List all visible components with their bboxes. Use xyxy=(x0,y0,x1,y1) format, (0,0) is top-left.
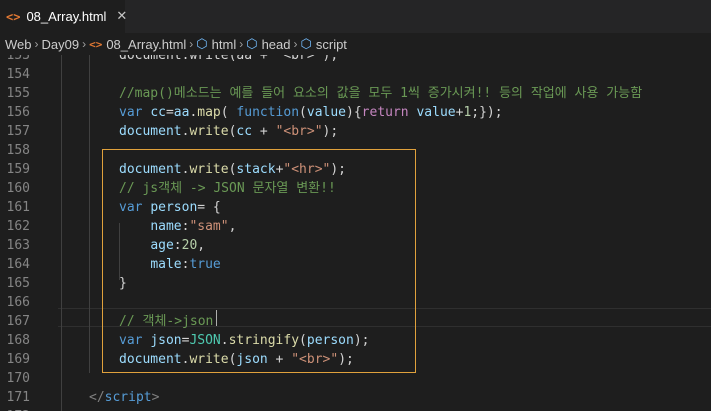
code-text: var cc=aa.map( function(value){return va… xyxy=(119,105,503,120)
line-number: 153 xyxy=(6,55,30,63)
code-line[interactable]: 165} xyxy=(0,274,711,293)
line-number: 158 xyxy=(6,143,30,158)
code-text: // js객체 -> JSON 문자열 변환!! xyxy=(119,181,336,196)
line-number: 164 xyxy=(6,257,30,272)
line-number: 163 xyxy=(6,238,30,253)
tab-08-array-html[interactable]: <> 08_Array.html ✕ xyxy=(0,0,127,33)
line-number: 168 xyxy=(6,333,30,348)
code-text: male:true xyxy=(150,257,221,272)
breadcrumb-item-head[interactable]: head xyxy=(262,37,291,52)
close-icon[interactable]: ✕ xyxy=(116,9,127,24)
line-number: 154 xyxy=(6,67,30,82)
code-line[interactable]: 169 document.write(json + "<br>"); xyxy=(0,350,711,369)
code-text: </script> xyxy=(89,390,160,405)
symbol-cube-icon: ⬡ xyxy=(300,36,312,51)
code-line[interactable]: 172 xyxy=(0,407,711,411)
symbol-cube-icon: ⬡ xyxy=(246,36,258,51)
code-line[interactable]: 155 //map()메소드는 예를 들어 요소의 값을 모두 1씩 증가시켜!!… xyxy=(0,84,711,103)
line-number: 161 xyxy=(6,200,30,215)
code-line[interactable]: 166 xyxy=(0,293,711,312)
code-line[interactable]: 153 document.write(aa + "<br>"); xyxy=(0,55,711,65)
tab-label: 08_Array.html xyxy=(26,9,107,24)
code-line[interactable]: 168 var json=JSON.stringify(person); xyxy=(0,331,711,350)
breadcrumb-item-script[interactable]: script xyxy=(316,37,347,52)
code-text: document.write(aa + "<br>"); xyxy=(119,55,339,63)
breadcrumb-item-web[interactable]: Web xyxy=(5,37,32,52)
line-number: 157 xyxy=(6,124,30,139)
chevron-right-icon: › xyxy=(34,37,39,51)
code-line[interactable]: 164 male:true xyxy=(0,255,711,274)
line-number: 155 xyxy=(6,86,30,101)
code-line[interactable]: 170 xyxy=(0,369,711,388)
line-number: 169 xyxy=(6,352,30,367)
code-line[interactable]: 167 // 객체->json xyxy=(0,312,711,331)
line-number: 159 xyxy=(6,162,30,177)
breadcrumb: Web › Day09 › <> 08_Array.html › ⬡ html … xyxy=(0,33,711,55)
line-number: 172 xyxy=(0,407,30,411)
line-number: 171 xyxy=(6,390,30,405)
line-number: 167 xyxy=(6,314,30,329)
line-number: 160 xyxy=(6,181,30,196)
code-text: document.write(json + "<br>"); xyxy=(119,352,354,367)
code-line[interactable]: 159 document.write(stack+"<hr>"); xyxy=(0,160,711,179)
code-text: var json=JSON.stringify(person); xyxy=(119,333,370,348)
line-number: 170 xyxy=(6,371,30,386)
html-file-icon: <> xyxy=(6,9,21,24)
line-number: 156 xyxy=(6,105,30,120)
html-file-icon: <> xyxy=(89,37,103,51)
chevron-right-icon: › xyxy=(82,37,87,51)
code-text: var person= { xyxy=(119,200,221,215)
code-line[interactable]: 156 var cc=aa.map( function(value){return… xyxy=(0,103,711,122)
code-line[interactable]: 157 document.write(cc + "<br>"); xyxy=(0,122,711,141)
code-text: // 객체->json xyxy=(119,314,214,329)
breadcrumb-item-day09[interactable]: Day09 xyxy=(42,37,80,52)
chevron-right-icon: › xyxy=(293,37,298,51)
code-text: name:"sam", xyxy=(150,219,237,234)
line-number: 166 xyxy=(6,295,30,310)
code-text: //map()메소드는 예를 들어 요소의 값을 모두 1씩 증가시켜!! 등의… xyxy=(119,86,643,101)
code-line[interactable]: 160 // js객체 -> JSON 문자열 변환!! xyxy=(0,179,711,198)
line-number: 162 xyxy=(6,219,30,234)
code-line[interactable]: 161 var person= { xyxy=(0,198,711,217)
code-line[interactable]: 171 </script> xyxy=(0,388,711,407)
chevron-right-icon: › xyxy=(189,37,194,51)
code-editor[interactable]: 153 document.write(aa + "<br>"); 154 155 //m… xyxy=(0,55,711,411)
line-number: 165 xyxy=(6,276,30,291)
tab-bar: <> 08_Array.html ✕ xyxy=(0,0,711,33)
symbol-cube-icon: ⬡ xyxy=(196,36,208,51)
code-line[interactable]: 163 age:20, xyxy=(0,236,711,255)
code-text: age:20, xyxy=(150,238,206,253)
code-text: } xyxy=(119,276,127,291)
code-text: document.write(cc + "<br>"); xyxy=(119,124,339,139)
breadcrumb-item-file[interactable]: 08_Array.html xyxy=(106,37,186,52)
code-line[interactable]: 158 xyxy=(0,141,711,160)
code-line[interactable]: 154 xyxy=(0,65,711,84)
code-text: document.write(stack+"<hr>"); xyxy=(119,162,347,177)
chevron-right-icon: › xyxy=(239,37,244,51)
breadcrumb-item-html[interactable]: html xyxy=(212,37,237,52)
code-line[interactable]: 162 name:"sam", xyxy=(0,217,711,236)
